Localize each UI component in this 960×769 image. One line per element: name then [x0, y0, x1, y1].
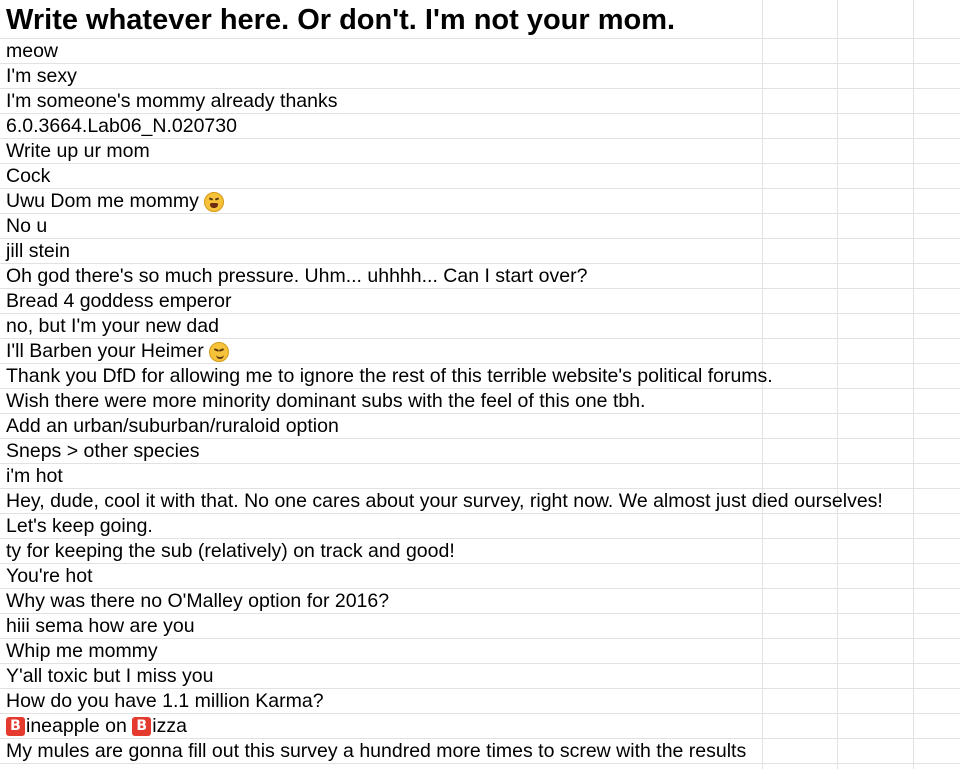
table-row[interactable]: You're hot: [0, 564, 960, 589]
table-row[interactable]: My mules are gonna fill out this survey …: [0, 739, 960, 764]
cell-text: ineapple on: [26, 715, 133, 737]
table-row[interactable]: Y'all toxic but I miss you: [0, 664, 960, 689]
cell[interactable]: no, but I'm your new dad: [6, 314, 219, 339]
b-button-icon: B: [6, 717, 25, 736]
cell-text: izza: [152, 715, 187, 737]
cell[interactable]: You're hot: [6, 564, 93, 589]
table-row[interactable]: jill stein: [0, 239, 960, 264]
spreadsheet: Write whatever here. Or don't. I'm not y…: [0, 0, 960, 769]
table-row[interactable]: Oh god there's so much pressure. Uhm... …: [0, 264, 960, 289]
cell[interactable]: Cock: [6, 164, 50, 189]
table-row[interactable]: ty for keeping the sub (relatively) on t…: [0, 539, 960, 564]
table-row[interactable]: 6.0.3664.Lab06_N.020730: [0, 114, 960, 139]
table-row[interactable]: Hey, dude, cool it with that. No one car…: [0, 489, 960, 514]
cell[interactable]: Hey, dude, cool it with that. No one car…: [6, 489, 883, 514]
table-row[interactable]: Bread 4 goddess emperor: [0, 289, 960, 314]
cell[interactable]: ty for keeping the sub (relatively) on t…: [6, 539, 455, 564]
cell[interactable]: Thank you DfD for allowing me to ignore …: [6, 364, 773, 389]
weary-face-icon: [203, 191, 224, 212]
smirking-face-icon: [208, 341, 229, 362]
cell[interactable]: hiii sema how are you: [6, 614, 195, 639]
cell[interactable]: I'll Barben your Heimer: [6, 339, 229, 364]
table-row[interactable]: I'm sexy: [0, 64, 960, 89]
cell[interactable]: jill stein: [6, 239, 70, 264]
cell[interactable]: My mules are gonna fill out this survey …: [6, 739, 746, 764]
table-row[interactable]: meow: [0, 39, 960, 64]
cell[interactable]: B ineapple on B izza: [6, 714, 187, 739]
table-row[interactable]: Let's keep going.: [0, 514, 960, 539]
table-row[interactable]: Cock: [0, 164, 960, 189]
table-row[interactable]: I'll Barben your Heimer: [0, 339, 960, 364]
table-row[interactable]: No u: [0, 214, 960, 239]
table-row[interactable]: B ineapple on B izza: [0, 714, 960, 739]
table-row[interactable]: Whip me mommy: [0, 639, 960, 664]
b-button-icon: B: [132, 717, 152, 736]
header-row[interactable]: Write whatever here. Or don't. I'm not y…: [0, 0, 960, 39]
cell[interactable]: Oh god there's so much pressure. Uhm... …: [6, 264, 587, 289]
cell[interactable]: i'm hot: [6, 464, 63, 489]
cell[interactable]: meow: [6, 39, 58, 64]
header-cell[interactable]: Write whatever here. Or don't. I'm not y…: [6, 2, 675, 38]
table-row[interactable]: I'm someone's mommy already thanks: [0, 89, 960, 114]
cell[interactable]: Wish there were more minority dominant s…: [6, 389, 645, 414]
cell[interactable]: Sneps > other species: [6, 439, 200, 464]
table-row[interactable]: no, but I'm your new dad: [0, 314, 960, 339]
table-row[interactable]: hiii sema how are you: [0, 614, 960, 639]
cell[interactable]: I'm sexy: [6, 64, 77, 89]
table-row[interactable]: Why was there no O'Malley option for 201…: [0, 589, 960, 614]
table-row[interactable]: i'm hot: [0, 464, 960, 489]
cell[interactable]: Whip me mommy: [6, 639, 158, 664]
cell-text: I'll Barben your Heimer: [6, 340, 204, 362]
table-row[interactable]: How do you have 1.1 million Karma?: [0, 689, 960, 714]
cell[interactable]: How do you have 1.1 million Karma?: [6, 689, 324, 714]
table-row[interactable]: Uwu Dom me mommy: [0, 189, 960, 214]
cell[interactable]: Let's keep going.: [6, 514, 153, 539]
cell[interactable]: 6.0.3664.Lab06_N.020730: [6, 114, 237, 139]
cell[interactable]: Y'all toxic but I miss you: [6, 664, 213, 689]
cell[interactable]: Why was there no O'Malley option for 201…: [6, 589, 389, 614]
cell[interactable]: Bread 4 goddess emperor: [6, 289, 231, 314]
table-row[interactable]: Add an urban/suburban/ruraloid option: [0, 414, 960, 439]
table-row[interactable]: Write up ur mom: [0, 139, 960, 164]
table-row[interactable]: Sneps > other species: [0, 439, 960, 464]
table-row[interactable]: Thank you DfD for allowing me to ignore …: [0, 364, 960, 389]
cell[interactable]: Write up ur mom: [6, 139, 150, 164]
cell[interactable]: Add an urban/suburban/ruraloid option: [6, 414, 339, 439]
table-row[interactable]: Wish there were more minority dominant s…: [0, 389, 960, 414]
cell[interactable]: Uwu Dom me mommy: [6, 189, 224, 214]
cell[interactable]: I'm someone's mommy already thanks: [6, 89, 337, 114]
cell[interactable]: No u: [6, 214, 47, 239]
cell-text: Uwu Dom me mommy: [6, 190, 199, 212]
